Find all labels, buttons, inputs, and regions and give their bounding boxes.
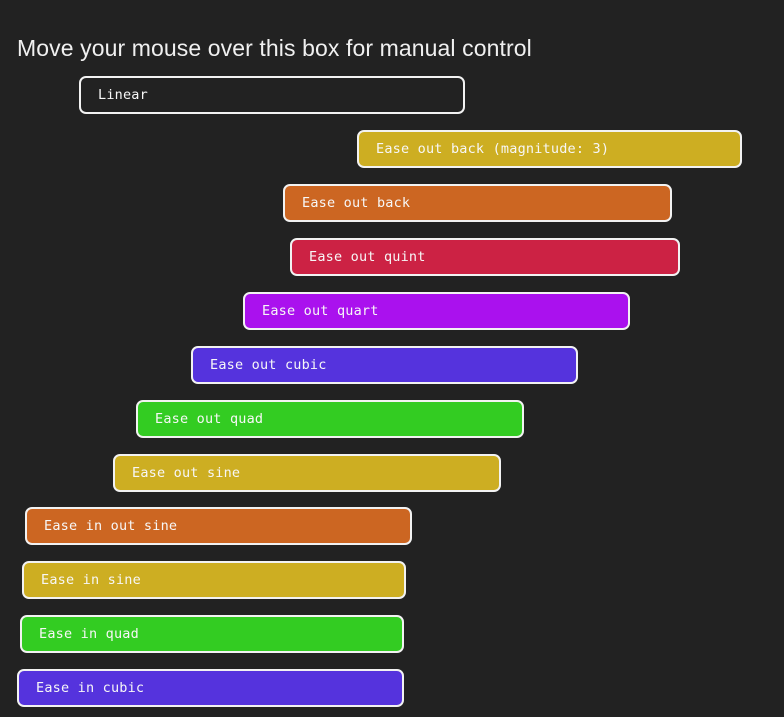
easing-bar[interactable]: Ease in cubic [17,669,404,707]
easing-animation-stage[interactable]: Linear Ease out back (magnitude: 3) Ease o… [0,0,784,717]
easing-bar[interactable]: Ease out cubic [191,346,578,384]
easing-bar-label: Ease out back (magnitude: 3) [376,141,610,157]
easing-bar[interactable]: Ease in quad [20,615,404,653]
easing-bar-label: Ease in cubic [36,680,145,696]
easing-bar-label: Ease out quad [155,411,264,427]
easing-bar[interactable]: Ease out back (magnitude: 3) [357,130,742,168]
easing-bar-label: Ease in sine [41,572,141,588]
easing-bar-label: Ease in quad [39,626,139,642]
easing-bar-label: Linear [98,87,148,103]
easing-bar-label: Ease out quart [262,303,379,319]
easing-bar[interactable]: Linear [79,76,465,114]
easing-bar[interactable]: Ease out back [283,184,672,222]
easing-bar-label: Ease in out sine [44,518,178,534]
easing-bar-label: Ease out cubic [210,357,327,373]
easing-bar-label: Ease out quint [309,249,426,265]
easing-bar-label: Ease out sine [132,465,241,481]
easing-bar[interactable]: Ease out sine [113,454,501,492]
easing-bar[interactable]: Ease in sine [22,561,406,599]
easing-bar[interactable]: Ease out quint [290,238,680,276]
easing-bar[interactable]: Ease out quart [243,292,630,330]
easing-bar[interactable]: Ease out quad [136,400,524,438]
easing-bar-label: Ease out back [302,195,411,211]
easing-bar[interactable]: Ease in out sine [25,507,412,545]
